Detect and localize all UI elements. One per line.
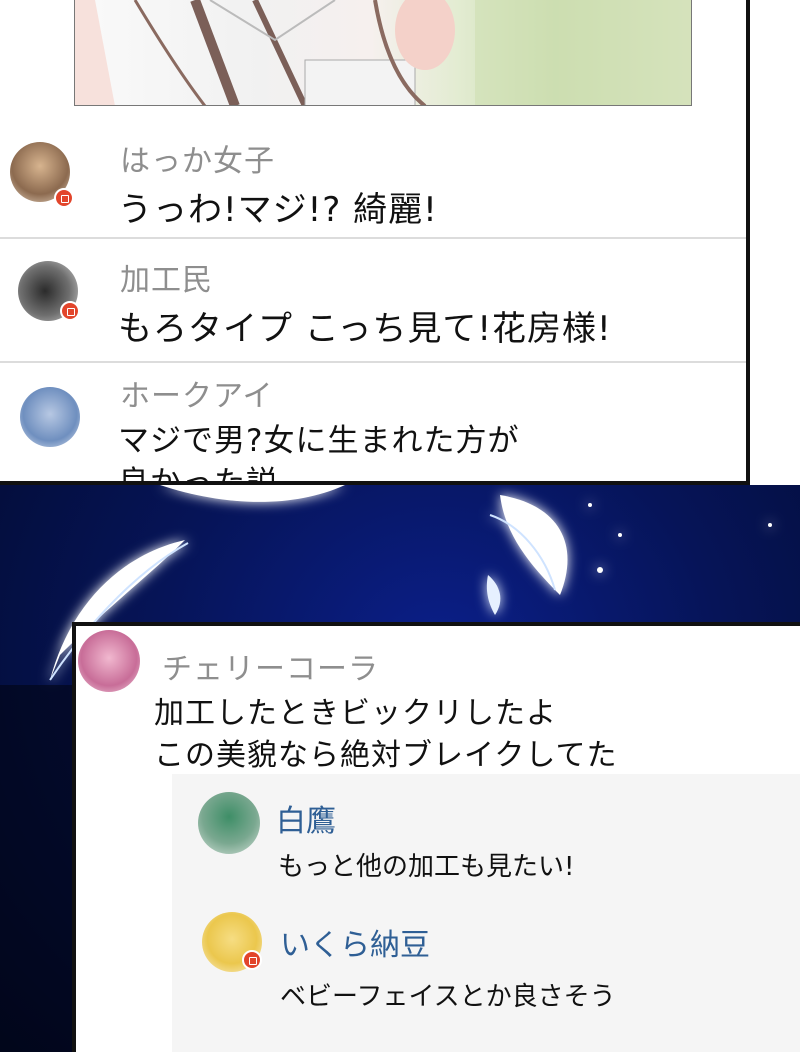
- comment-author: ホークアイ: [120, 379, 274, 414]
- comment-text: うっわ!マジ!? 綺麗!: [118, 190, 438, 230]
- feather-shape: [500, 495, 568, 595]
- reply-text: ベビーフェイスとか良さそう: [280, 982, 616, 1012]
- comment-item: はっか女子 うっわ!マジ!? 綺麗!: [0, 106, 746, 238]
- comment-text: 加工したときビックリしたよ: [154, 696, 557, 731]
- avatar[interactable]: [78, 630, 140, 692]
- photo-illustration: [75, 0, 691, 105]
- comment-text: マジで男?女に生まれた方が: [118, 423, 520, 459]
- comment-item: ホークアイ マジで男?女に生まれた方が 良かった説: [0, 363, 746, 485]
- reply-author[interactable]: いくら納豆: [280, 920, 430, 964]
- reply-thread: 白鷹 もっと他の加工も見たい! いくら納豆 ベビーフェイスとか良さそう: [172, 774, 800, 1052]
- avatar[interactable]: [198, 792, 260, 854]
- badge-icon: [54, 188, 74, 208]
- feather-shape: [486, 575, 501, 615]
- comment-text: 良かった説: [118, 465, 278, 485]
- feather-shape: [160, 485, 345, 502]
- comment-author: はっか女子: [120, 144, 275, 179]
- avatar[interactable]: [20, 387, 80, 447]
- badge-icon: [60, 301, 80, 321]
- top-comment-panel: はっか女子 うっわ!マジ!? 綺麗! 加工民 もろタイプ こっち見て!花房様! …: [0, 0, 750, 485]
- comment-author: チェリーコーラ: [162, 652, 379, 687]
- comment-author: 加工民: [120, 263, 213, 298]
- badge-icon: [242, 950, 262, 970]
- reply-author[interactable]: 白鷹: [276, 796, 336, 840]
- comment-item: 加工民 もろタイプ こっち見て!花房様!: [0, 239, 746, 363]
- comment-text: この美貌なら絶対ブレイクしてた: [154, 738, 618, 773]
- bottom-comment-panel: チェリーコーラ 加工したときビックリしたよ この美貌なら絶対ブレイクしてた 白鷹…: [72, 622, 800, 1052]
- reply-text: もっと他の加工も見たい!: [278, 852, 575, 882]
- photo-image: [74, 0, 692, 106]
- comment-text: もろタイプ こっち見て!花房様!: [118, 309, 612, 349]
